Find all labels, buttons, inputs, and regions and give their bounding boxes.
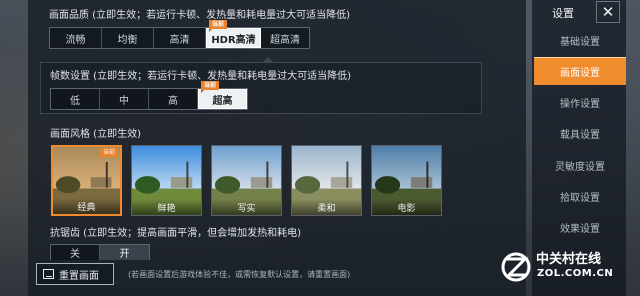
nav-pickup-settings[interactable]: 拾取设置 <box>534 182 626 210</box>
close-icon: ✕ <box>601 3 615 21</box>
nav-effects-settings[interactable]: 效果设置 <box>534 213 626 241</box>
quality-option-hdr-label: HDR高清 <box>211 34 256 46</box>
framerate-title: 帧数设置 (立即生效；若运行卡顿、发热量和耗电量过大可适当降低) <box>50 71 351 82</box>
current-tag: 当前 <box>209 20 228 32</box>
style-card-label: 鲜艳 <box>132 199 201 215</box>
quality-title: 画面品质 (立即生效；若运行卡顿、发热量和耗电量过大可适当降低) <box>49 10 350 21</box>
style-card-vivid[interactable]: 鲜艳 <box>131 145 202 216</box>
reset-graphics-button[interactable]: 重置画面 <box>36 263 114 285</box>
quality-option-hd[interactable]: 高清 <box>154 28 206 48</box>
style-card-label: 电影 <box>372 199 441 215</box>
framerate-option-medium[interactable]: 中 <box>100 89 149 109</box>
style-title: 画面风格 (立即生效) <box>50 129 141 140</box>
quality-option-balanced[interactable]: 均衡 <box>102 28 154 48</box>
nav-sensitivity-settings[interactable]: 灵敏度设置 <box>534 151 626 179</box>
style-card-label: 写实 <box>212 199 281 215</box>
nav-vehicle-settings[interactable]: 载具设置 <box>534 119 626 147</box>
framerate-selector: 低 中 高 当前 超高 <box>50 81 248 110</box>
quality-option-smooth[interactable]: 流畅 <box>50 28 102 48</box>
current-tag: 当前 <box>201 81 220 93</box>
watermark-en: ZOL.COM.CN <box>537 268 614 279</box>
framerate-option-high[interactable]: 高 <box>149 89 198 109</box>
close-button[interactable]: ✕ <box>596 1 620 23</box>
monitor-icon <box>43 269 54 279</box>
style-cards: 当前 经典 鲜艳 写实 柔和 电影 <box>51 145 442 216</box>
framerate-option-low[interactable]: 低 <box>51 89 100 109</box>
style-card-cinema[interactable]: 电影 <box>371 145 442 216</box>
antialias-option-off[interactable]: 关 <box>51 245 100 260</box>
current-tag: 当前 <box>99 148 118 157</box>
style-card-label: 柔和 <box>292 199 361 215</box>
style-card-soft[interactable]: 柔和 <box>291 145 362 216</box>
nav-graphics-settings[interactable]: 画面设置 <box>534 57 626 85</box>
style-card-label: 经典 <box>53 198 120 214</box>
reset-graphics-label: 重置画面 <box>59 270 99 282</box>
watermark-cn: 中关村在线 <box>536 252 602 267</box>
antialias-selector: 关 开 <box>50 244 150 260</box>
quality-option-ultra-hd[interactable]: 超高清 <box>261 28 309 48</box>
framerate-option-ultra-label: 超高 <box>212 95 233 107</box>
style-card-realistic[interactable]: 写实 <box>211 145 282 216</box>
settings-title: 设置 <box>552 7 574 20</box>
quality-selector: 流畅 均衡 高清 当前 HDR高清 超高清 <box>49 20 310 49</box>
quality-option-hdr[interactable]: 当前 HDR高清 <box>206 20 261 48</box>
nav-controls-settings[interactable]: 操作设置 <box>534 88 626 116</box>
reset-note: (若画面设置后游戏体验不佳，或需恢复默认设置，请重置画面) <box>128 270 351 279</box>
antialias-option-on[interactable]: 开 <box>100 245 149 260</box>
framerate-option-ultra[interactable]: 当前 超高 <box>198 81 247 109</box>
nav-basic-settings[interactable]: 基础设置 <box>534 26 626 54</box>
style-card-classic[interactable]: 当前 经典 <box>51 145 122 216</box>
antialias-title: 抗锯齿 (立即生效；提高画面平滑，但会增加发热和耗电) <box>50 228 301 239</box>
